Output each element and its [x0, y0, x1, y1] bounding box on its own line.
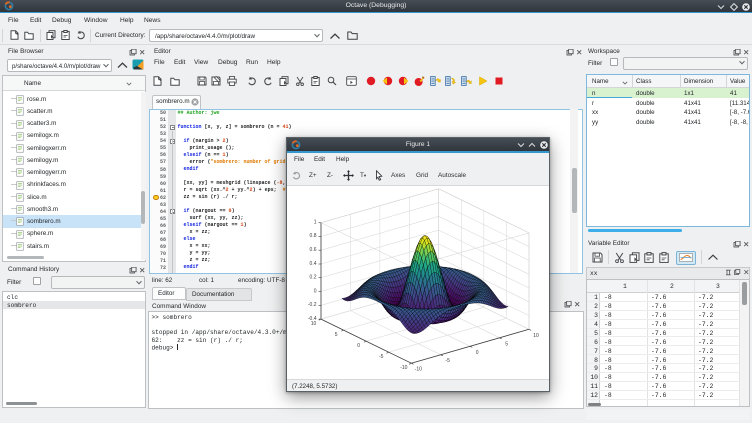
svg-text:-5: -5 [379, 354, 384, 360]
svg-text:1: 1 [314, 220, 317, 226]
svg-text:0: 0 [476, 350, 479, 356]
svg-text:0.6: 0.6 [310, 247, 317, 253]
svg-text:0.8: 0.8 [310, 233, 317, 239]
svg-text:0.2: 0.2 [310, 275, 317, 281]
svg-text:5: 5 [335, 332, 338, 338]
svg-text:0: 0 [314, 288, 317, 294]
svg-text:-0.2: -0.2 [308, 302, 317, 308]
svg-text:10: 10 [311, 321, 317, 327]
svg-text:-5: -5 [445, 358, 450, 364]
svg-text:5: 5 [505, 341, 508, 347]
svg-text:10: 10 [533, 333, 539, 339]
svg-text:-10: -10 [415, 367, 422, 373]
svg-text:0.4: 0.4 [310, 261, 317, 267]
svg-text:-10: -10 [400, 365, 407, 371]
svg-text:0: 0 [357, 343, 360, 349]
